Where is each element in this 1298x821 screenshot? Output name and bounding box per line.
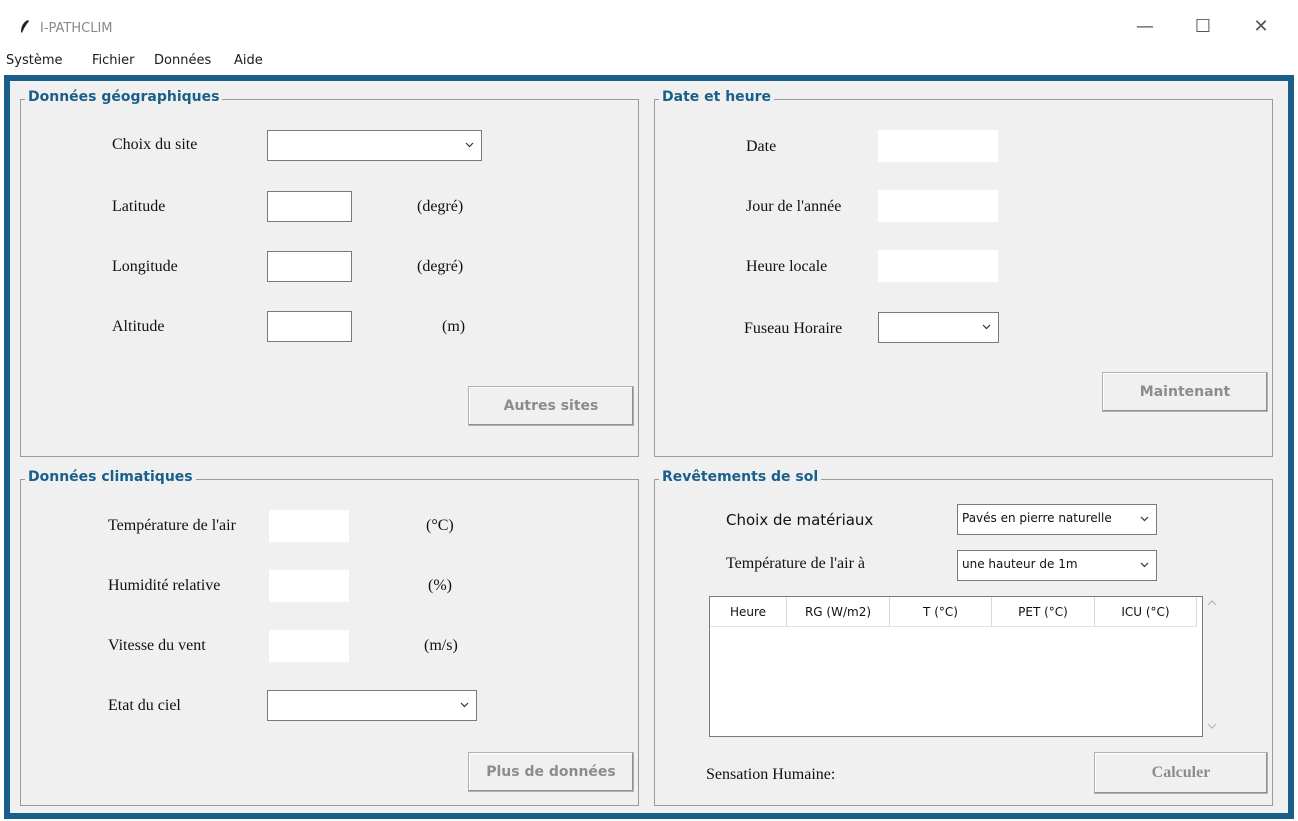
chevron-down-icon <box>1140 562 1149 568</box>
site-combobox[interactable] <box>267 130 482 161</box>
air-temperature-label: Température de l'air <box>108 517 236 534</box>
date-input[interactable] <box>878 130 998 162</box>
climate-frame-title: Données climatiques <box>25 469 196 485</box>
results-table[interactable]: Heure RG (W/m2) T (°C) PET (°C) ICU (°C) <box>709 596 1203 737</box>
altitude-label: Altitude <box>112 318 165 335</box>
day-of-year-input[interactable] <box>878 190 998 222</box>
calculate-button[interactable]: Calculer <box>1094 752 1268 794</box>
air-temperature-unit: (°C) <box>426 517 454 534</box>
material-label: Choix de matériaux <box>726 511 874 529</box>
main-panel: Données géographiques Choix du site Lati… <box>4 75 1294 819</box>
sky-state-combobox[interactable] <box>267 690 477 721</box>
column-header-pet[interactable]: PET (°C) <box>992 597 1095 627</box>
longitude-input[interactable] <box>267 251 352 282</box>
close-button[interactable]: ✕ <box>1246 14 1276 40</box>
wind-speed-unit: (m/s) <box>424 637 458 654</box>
ground-frame: Revêtements de sol Choix de matériaux Pa… <box>654 469 1273 806</box>
timezone-label: Fuseau Horaire <box>744 320 843 337</box>
column-header-icu[interactable]: ICU (°C) <box>1095 597 1197 627</box>
timezone-combobox[interactable] <box>878 312 999 343</box>
material-combobox[interactable]: Pavés en pierre naturelle <box>957 504 1157 535</box>
chevron-down-icon <box>982 324 991 330</box>
window-title: I-PATHCLIM <box>40 21 113 36</box>
menu-aide[interactable]: Aide <box>234 53 263 68</box>
local-hour-label: Heure locale <box>746 258 828 275</box>
feather-icon <box>21 20 29 33</box>
minimize-button[interactable]: — <box>1130 14 1160 40</box>
wind-speed-label: Vitesse du vent <box>108 637 206 654</box>
date-frame-title: Date et heure <box>659 89 775 105</box>
maximize-icon: ☐ <box>1194 16 1212 37</box>
column-header-t[interactable]: T (°C) <box>890 597 992 627</box>
menu-donnees[interactable]: Données <box>154 53 211 68</box>
other-sites-button[interactable]: Autres sites <box>468 386 634 426</box>
longitude-label: Longitude <box>112 258 178 275</box>
ground-frame-title: Revêtements de sol <box>659 469 822 485</box>
sky-state-label: Etat du ciel <box>108 697 181 714</box>
more-data-button[interactable]: Plus de données <box>468 752 634 792</box>
scroll-down-arrow-icon[interactable] <box>1206 721 1218 731</box>
wind-speed-input[interactable] <box>269 630 349 662</box>
date-frame: Date et heure Date Jour de l'année Heure… <box>654 89 1273 457</box>
local-hour-input[interactable] <box>878 250 998 282</box>
latitude-input[interactable] <box>267 191 352 222</box>
minimize-icon: — <box>1136 16 1154 37</box>
scroll-up-arrow-icon[interactable] <box>1206 598 1218 608</box>
humidity-input[interactable] <box>269 570 349 602</box>
chevron-down-icon <box>465 142 474 148</box>
column-header-heure[interactable]: Heure <box>710 597 787 627</box>
altitude-input[interactable] <box>267 311 352 342</box>
menu-systeme[interactable]: Système <box>6 53 62 68</box>
column-header-rg[interactable]: RG (W/m2) <box>787 597 890 627</box>
height-combobox[interactable]: une hauteur de 1m <box>957 550 1157 581</box>
title-bar: I-PATHCLIM — ☐ ✕ <box>0 0 1298 50</box>
now-button[interactable]: Maintenant <box>1102 372 1268 412</box>
human-sensation-label: Sensation Humaine: <box>706 766 836 783</box>
close-icon: ✕ <box>1253 16 1269 37</box>
humidity-label: Humidité relative <box>108 577 221 594</box>
climate-frame: Données climatiques Température de l'air… <box>20 469 639 806</box>
chevron-down-icon <box>460 702 469 708</box>
menu-fichier[interactable]: Fichier <box>92 53 135 68</box>
geo-frame-title: Données géographiques <box>25 89 223 105</box>
latitude-label: Latitude <box>112 198 166 215</box>
day-of-year-label: Jour de l'année <box>746 198 842 215</box>
chevron-down-icon <box>1140 516 1149 522</box>
height-value: une hauteur de 1m <box>962 557 1078 571</box>
date-label: Date <box>746 138 777 155</box>
menu-bar: Système Fichier Données Aide <box>0 50 1298 72</box>
longitude-unit: (degré) <box>417 258 464 275</box>
humidity-unit: (%) <box>428 577 452 594</box>
maximize-button[interactable]: ☐ <box>1188 14 1218 40</box>
air-temp-height-label: Température de l'air à <box>726 555 866 572</box>
material-value: Pavés en pierre naturelle <box>962 511 1112 525</box>
altitude-unit: (m) <box>442 318 466 335</box>
air-temperature-input[interactable] <box>269 510 349 542</box>
latitude-unit: (degré) <box>417 198 464 215</box>
geo-frame: Données géographiques Choix du site Lati… <box>20 89 639 457</box>
site-label: Choix du site <box>112 136 198 153</box>
